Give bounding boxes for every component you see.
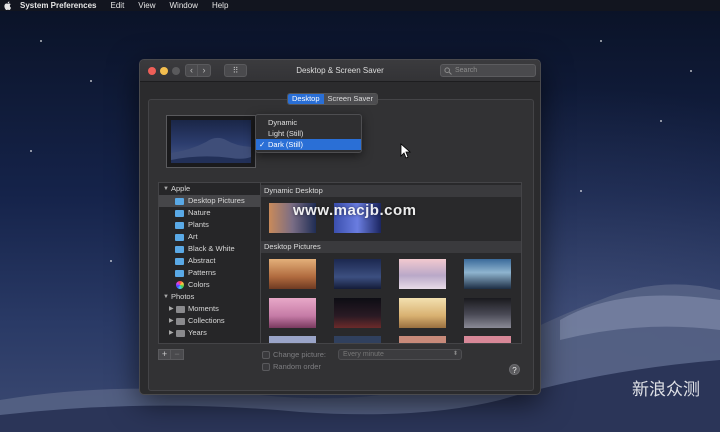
sidebar-item-art[interactable]: Art [159, 231, 260, 243]
thumbnail-row-partial[interactable] [334, 336, 381, 343]
change-interval-value: Every minute [343, 351, 384, 358]
random-order-label: Random order [273, 362, 321, 371]
apple-logo-icon[interactable] [4, 1, 12, 10]
change-picture-checkbox[interactable] [262, 351, 270, 359]
sidebar-item-plants[interactable]: Plants [159, 219, 260, 231]
tab-screen-saver[interactable]: Screen Saver [323, 94, 377, 104]
sidebar-item-desktop-pictures[interactable]: Desktop Pictures [159, 195, 260, 207]
folder-icon [175, 198, 184, 205]
add-remove-controls: + − [158, 349, 184, 360]
menu-app-name[interactable]: System Preferences [20, 1, 97, 10]
desktop-preview [166, 115, 256, 168]
folder-icon [175, 246, 184, 253]
folder-icon [175, 234, 184, 241]
menu-item-dark-still-label: Dark (Still) [268, 140, 303, 149]
sidebar-item-colors[interactable]: Colors [159, 279, 260, 291]
sidebar-item-abstract[interactable]: Abstract [159, 255, 260, 267]
search-icon [444, 67, 452, 75]
menu-bar: System Preferences Edit View Window Help [0, 0, 720, 11]
folder-icon [175, 210, 184, 217]
sidebar-item-black-white[interactable]: Black & White [159, 243, 260, 255]
folder-icon [175, 258, 184, 265]
thumbnail-pink-lake[interactable] [399, 259, 446, 289]
sidebar-item-moments[interactable]: ▶ Moments [159, 303, 260, 315]
folder-icon [175, 222, 184, 229]
thumbnail-pink-rock[interactable] [269, 298, 316, 328]
search-placeholder: Search [455, 67, 478, 74]
menu-item-light-still[interactable]: Light (Still) [256, 128, 361, 139]
disclosure-closed-icon[interactable]: ▶ [169, 303, 174, 315]
mouse-pointer-icon [400, 143, 412, 159]
photos-folder-icon [176, 306, 185, 313]
tab-segmented-control: Desktop Screen Saver [287, 93, 378, 105]
remove-folder-button[interactable]: − [171, 349, 184, 360]
group-photos[interactable]: ▼ Photos [159, 291, 260, 303]
preview-image [171, 120, 251, 163]
thumbnail-mojave-night[interactable] [334, 259, 381, 289]
brand-watermark: 新浪众测 [632, 380, 700, 400]
section-header-desktop-pictures: Desktop Pictures [261, 241, 521, 253]
random-order-checkbox[interactable] [262, 363, 270, 371]
appearance-dropdown-menu: Dynamic Light (Still) ✓ Dark (Still) [255, 114, 362, 153]
thumbnail-dark-formation[interactable] [334, 298, 381, 328]
menu-window[interactable]: Window [170, 1, 198, 10]
color-wheel-icon [176, 281, 184, 289]
disclosure-open-icon[interactable]: ▼ [163, 291, 169, 303]
source-list: ▼ Apple Desktop Pictures Nature Plants A… [158, 182, 261, 344]
thumbnail-dark-dunes[interactable] [464, 298, 511, 328]
menu-edit[interactable]: Edit [111, 1, 125, 10]
disclosure-closed-icon[interactable]: ▶ [169, 315, 174, 327]
sidebar-item-nature[interactable]: Nature [159, 207, 260, 219]
menu-view[interactable]: View [138, 1, 155, 10]
menu-item-dynamic[interactable]: Dynamic [256, 117, 361, 128]
checkmark-icon: ✓ [259, 140, 266, 149]
thumbnail-sand-dunes[interactable] [399, 298, 446, 328]
add-folder-button[interactable]: + [158, 349, 171, 360]
thumbnail-blue-coast[interactable] [464, 259, 511, 289]
menu-help[interactable]: Help [212, 1, 228, 10]
disclosure-closed-icon[interactable]: ▶ [169, 327, 174, 339]
folder-icon [175, 270, 184, 277]
chevron-updown-icon: ⬍ [452, 351, 458, 357]
search-field[interactable]: Search [440, 64, 536, 77]
thumbnail-row-partial[interactable] [464, 336, 511, 343]
sidebar-item-collections[interactable]: ▶ Collections [159, 315, 260, 327]
disclosure-open-icon[interactable]: ▼ [163, 183, 169, 195]
menu-item-dark-still[interactable]: ✓ Dark (Still) [256, 139, 361, 150]
group-apple[interactable]: ▼ Apple [159, 183, 260, 195]
preferences-window: ‹ › ⠿ Desktop & Screen Saver Search Desk… [139, 59, 541, 395]
title-bar: ‹ › ⠿ Desktop & Screen Saver Search [140, 60, 540, 82]
section-header-dynamic-desktop: Dynamic Desktop [261, 185, 521, 197]
thumbnail-row-partial[interactable] [269, 336, 316, 343]
thumbnail-row-partial[interactable] [399, 336, 446, 343]
sidebar-item-patterns[interactable]: Patterns [159, 267, 260, 279]
tab-desktop[interactable]: Desktop [288, 94, 324, 104]
watermark-text: www.macjb.com [293, 202, 417, 219]
change-interval-popup[interactable]: Every minute ⬍ [338, 349, 462, 360]
photos-folder-icon [176, 318, 185, 325]
photos-folder-icon [176, 330, 185, 337]
help-button[interactable]: ? [509, 364, 520, 375]
thumbnail-mojave-day[interactable] [269, 259, 316, 289]
change-picture-label: Change picture: [273, 350, 326, 359]
sidebar-item-years[interactable]: ▶ Years [159, 327, 260, 339]
